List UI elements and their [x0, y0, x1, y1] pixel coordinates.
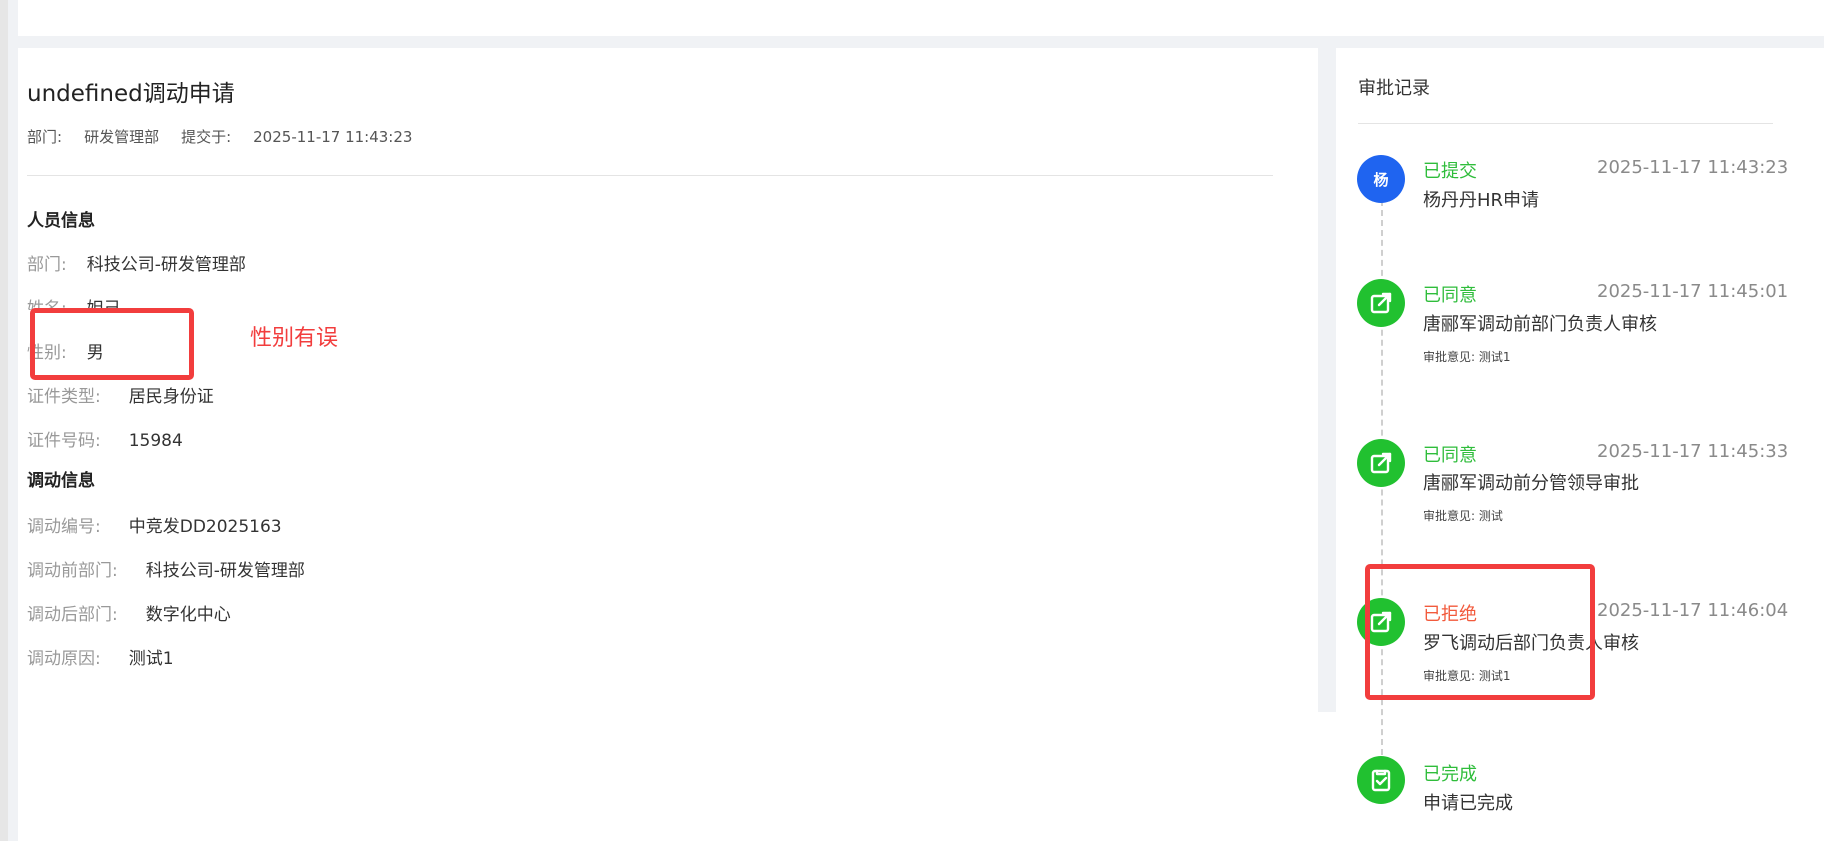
header-divider	[27, 175, 1273, 176]
field-id-type: 证件类型: 居民身份证	[27, 382, 214, 407]
field-value: 数字化中心	[145, 605, 231, 625]
top-bar	[18, 0, 1824, 36]
share-icon	[1357, 279, 1405, 327]
field-id-number: 证件号码: 15984	[27, 426, 183, 451]
field-label: 调动后部门:	[27, 605, 118, 625]
field-value: 测试1	[128, 649, 174, 669]
record-status: 已完成	[1423, 764, 1477, 785]
field-transfer-reason: 调动原因: 测试1	[27, 644, 174, 669]
checklist-icon	[1357, 756, 1405, 804]
field-label: 部门:	[27, 255, 67, 275]
field-value: 居民身份证	[128, 387, 214, 407]
field-transfer-number: 调动编号: 中竞发DD2025163	[27, 512, 282, 537]
field-value: 科技公司-研发管理部	[86, 255, 246, 275]
annotation-highlight-rejection	[1365, 564, 1595, 700]
record-time: 2025-11-17 11:45:01	[1597, 281, 1789, 302]
department-meta: 部门: 研发管理部	[27, 128, 160, 146]
record-status: 已提交	[1423, 161, 1477, 182]
application-detail-panel	[18, 48, 1318, 841]
record-opinion: 审批意见: 测试1	[1423, 350, 1511, 364]
page-title: undefined调动申请	[27, 81, 235, 107]
field-value: 15984	[128, 431, 183, 451]
field-value: 科技公司-研发管理部	[145, 561, 305, 581]
panel-gap-fill	[1318, 712, 1336, 841]
record-description: 申请已完成	[1423, 793, 1513, 814]
field-before-dept: 调动前部门: 科技公司-研发管理部	[27, 556, 305, 581]
annotation-text: 性别有误	[250, 326, 339, 351]
personnel-section-title: 人员信息	[27, 211, 95, 231]
avatar: 杨	[1357, 155, 1405, 203]
record-description: 唐郦军调动前部门负责人审核	[1423, 314, 1657, 335]
field-label: 证件类型:	[27, 387, 101, 407]
field-label: 证件号码:	[27, 431, 101, 451]
window-edge	[0, 0, 8, 841]
field-label: 调动原因:	[27, 649, 101, 669]
field-after-dept: 调动后部门: 数字化中心	[27, 600, 231, 625]
record-opinion: 审批意见: 测试	[1423, 509, 1503, 523]
record-status: 已同意	[1423, 285, 1477, 306]
transfer-section-title: 调动信息	[27, 471, 95, 491]
record-time: 2025-11-17 11:46:04	[1597, 600, 1789, 621]
annotation-highlight-gender	[30, 308, 194, 380]
application-meta: 部门: 研发管理部 提交于: 2025-11-17 11:43:23	[27, 126, 412, 147]
submitted-meta: 提交于: 2025-11-17 11:43:23	[181, 128, 413, 146]
record-time: 2025-11-17 11:45:33	[1597, 441, 1789, 462]
record-description: 杨丹丹HR申请	[1423, 190, 1540, 211]
field-department: 部门: 科技公司-研发管理部	[27, 250, 246, 275]
field-value: 中竞发DD2025163	[128, 517, 282, 537]
record-status: 已同意	[1423, 445, 1477, 466]
field-label: 调动前部门:	[27, 561, 118, 581]
approval-divider	[1358, 123, 1773, 124]
field-label: 调动编号:	[27, 517, 101, 537]
approval-title: 审批记录	[1358, 78, 1430, 99]
record-description: 唐郦军调动前分管领导审批	[1423, 473, 1639, 494]
record-time: 2025-11-17 11:43:23	[1597, 157, 1789, 178]
share-icon	[1357, 439, 1405, 487]
